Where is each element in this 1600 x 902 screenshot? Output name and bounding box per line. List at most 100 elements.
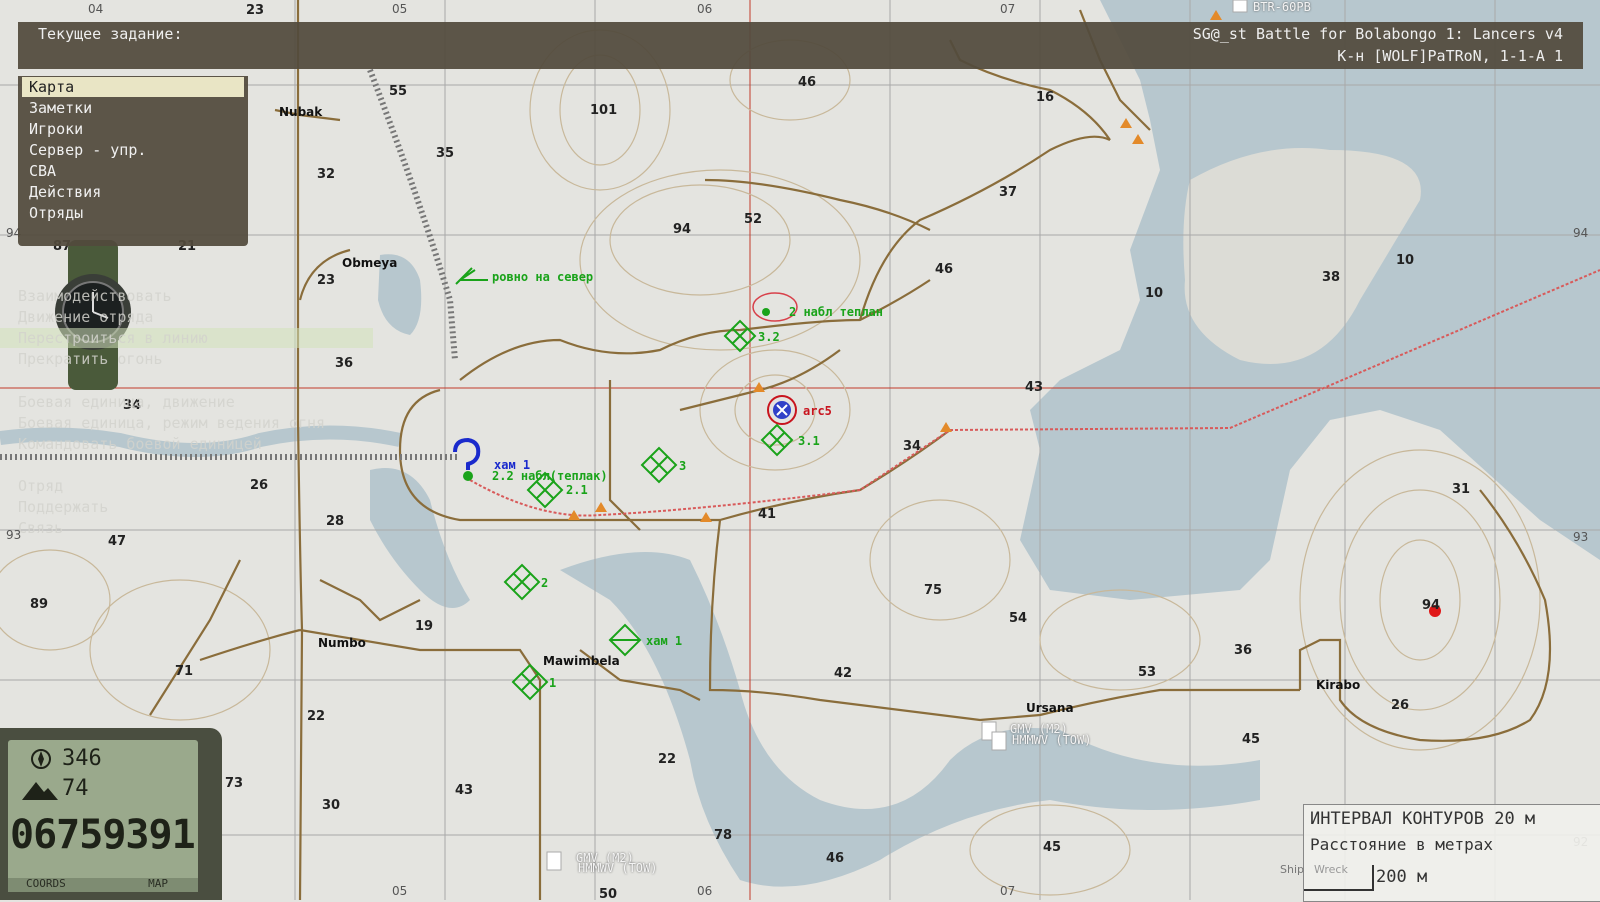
town-label: Kirabo	[1316, 678, 1361, 692]
gps-altitude: 74	[62, 776, 89, 801]
compass-icon	[31, 749, 51, 769]
elevation-label: 94	[1422, 598, 1441, 613]
marker-label[interactable]: 3.2	[758, 330, 780, 344]
command-menu-item[interactable]: Движение отряда	[18, 308, 153, 326]
mountain-icon	[22, 782, 58, 800]
elevation-label: 26	[1391, 698, 1410, 713]
elevation-label: 101	[590, 103, 618, 118]
town-label: Nubak	[279, 105, 323, 119]
elevation-label: 71	[175, 664, 194, 679]
grid-label-top-07: 07	[1000, 2, 1016, 16]
elevation-label: 28	[326, 514, 345, 529]
grid-label-top-04: 04	[88, 2, 104, 16]
elevation-label: 75	[924, 583, 943, 598]
elevation-label: 89	[30, 597, 49, 612]
grid-label-right-93: 93	[1573, 530, 1589, 544]
town-label: Numbo	[318, 636, 366, 650]
elevation-label: 42	[834, 666, 853, 681]
marker-label[interactable]: хам 1	[646, 634, 682, 648]
elevation-label: 23	[246, 3, 265, 18]
elevation-label: 55	[389, 84, 408, 99]
menu-item-players[interactable]: Игроки	[22, 119, 244, 139]
elevation-label: 45	[1242, 732, 1261, 747]
elevation-label: 73	[225, 776, 244, 791]
command-menu-item[interactable]: Взаимодействовать	[18, 287, 172, 305]
gps-coords: 06759391	[10, 812, 196, 858]
grid-label-bottom-05: 05	[392, 884, 408, 898]
town-label: Mawimbela	[543, 654, 620, 668]
command-menu-item[interactable]: Командовать боевой единицей	[18, 435, 262, 453]
marker-label[interactable]: 1	[549, 676, 556, 690]
marker-label[interactable]: 2	[541, 576, 548, 590]
elevation-label: 46	[826, 851, 845, 866]
marker-label[interactable]: 2 набл теплан	[789, 305, 883, 319]
command-menu-item[interactable]: Перестроиться в линию	[18, 329, 208, 347]
current-task-label: Текущее задание:	[38, 25, 183, 43]
elevation-label: 32	[317, 167, 336, 182]
scale-value: 200 м	[1376, 867, 1428, 887]
menu-item-squads[interactable]: Отряды	[22, 203, 244, 223]
elevation-label: 31	[1452, 482, 1471, 497]
elevation-label: 53	[1138, 665, 1157, 680]
command-menu-item[interactable]: Связь	[18, 519, 63, 537]
menu-item-map[interactable]: Карта	[22, 77, 244, 97]
marker-label[interactable]: arc5	[803, 404, 832, 418]
player-info: К-н [WOLF]PaTRoN, 1-1-A 1	[1337, 47, 1563, 65]
gps-device[interactable]: 346 74 06759391 COORDS MAP	[0, 728, 222, 900]
elevation-label: 43	[1025, 380, 1044, 395]
map-scale-legend: ИНТЕРВАЛ КОНТУРОВ 20 м Расстояние в метр…	[1280, 804, 1600, 902]
legend-wreck: Wreck	[1314, 863, 1348, 876]
menu-item-notes[interactable]: Заметки	[22, 98, 244, 118]
marker-label[interactable]: 3.1	[798, 434, 820, 448]
gps-heading: 346	[62, 746, 102, 771]
elevation-label: 46	[798, 75, 817, 90]
elevation-label: 38	[1322, 270, 1341, 285]
grid-label-right-94: 94	[1573, 226, 1589, 240]
elevation-label: 36	[335, 356, 354, 371]
grid-label-bottom-06: 06	[697, 884, 713, 898]
command-menu-item[interactable]: Поддержать	[18, 498, 108, 516]
grid-label-bottom-07: 07	[1000, 884, 1016, 898]
gps-screen: 346 74 06759391 COORDS MAP	[8, 740, 198, 892]
menu-item-cba[interactable]: СВА	[22, 161, 244, 181]
menu-item-actions[interactable]: Действия	[22, 182, 244, 202]
vehicle-label[interactable]: BTR-60PB	[1253, 0, 1311, 14]
elevation-label: 37	[999, 185, 1018, 200]
legend-ship: Ship	[1280, 863, 1304, 876]
town-label: Ursana	[1026, 701, 1074, 715]
elevation-label: 36	[1234, 643, 1253, 658]
elevation-label: 10	[1145, 286, 1164, 301]
menu-item-server-admin[interactable]: Сервер - упр.	[22, 140, 244, 160]
elevation-label: 54	[1009, 611, 1028, 626]
command-menu-item[interactable]: Боевая единица, режим ведения огня	[18, 414, 325, 432]
elevation-label: 78	[714, 828, 733, 843]
elevation-label: 41	[758, 507, 777, 522]
map-menu: Карта Заметки Игроки Сервер - упр. СВА Д…	[18, 76, 248, 246]
elevation-label: 43	[455, 783, 474, 798]
marker-label[interactable]: 2.1	[566, 483, 588, 497]
gps-coords-label[interactable]: COORDS	[26, 877, 66, 890]
distance-unit: Расстояние в метрах	[1310, 835, 1494, 854]
elevation-label: 26	[250, 478, 269, 493]
vehicle-label[interactable]: HMMWV (TOW)	[578, 861, 657, 875]
elevation-label: 16	[1036, 90, 1055, 105]
vehicle-label[interactable]: HMMWV (TOW)	[1012, 733, 1091, 747]
contour-interval: ИНТЕРВАЛ КОНТУРОВ 20 м	[1310, 809, 1536, 829]
command-menu-item[interactable]: Боевая единица, движение	[18, 393, 235, 411]
elevation-label: 23	[317, 273, 336, 288]
elevation-label: 19	[415, 619, 434, 634]
gps-map-label[interactable]: MAP	[148, 877, 168, 890]
elevation-label: 22	[307, 709, 326, 724]
elevation-label: 10	[1396, 253, 1415, 268]
marker-label[interactable]: ровно на север	[492, 270, 593, 284]
town-label: Obmeya	[342, 256, 398, 270]
elevation-label: 35	[436, 146, 455, 161]
mission-title: SG@_st Battle for Bolabongo 1: Lancers v…	[1192, 25, 1563, 43]
marker-label[interactable]: 3	[679, 459, 686, 473]
command-menu-item[interactable]: Отряд	[18, 477, 63, 495]
command-menu-item[interactable]: Прекратить огонь	[18, 350, 163, 368]
grid-label-top-06: 06	[697, 2, 713, 16]
elevation-label: 22	[658, 752, 677, 767]
grid-label-top-05: 05	[392, 2, 408, 16]
marker-label[interactable]: 2.2 набл(теплак)	[492, 469, 608, 483]
